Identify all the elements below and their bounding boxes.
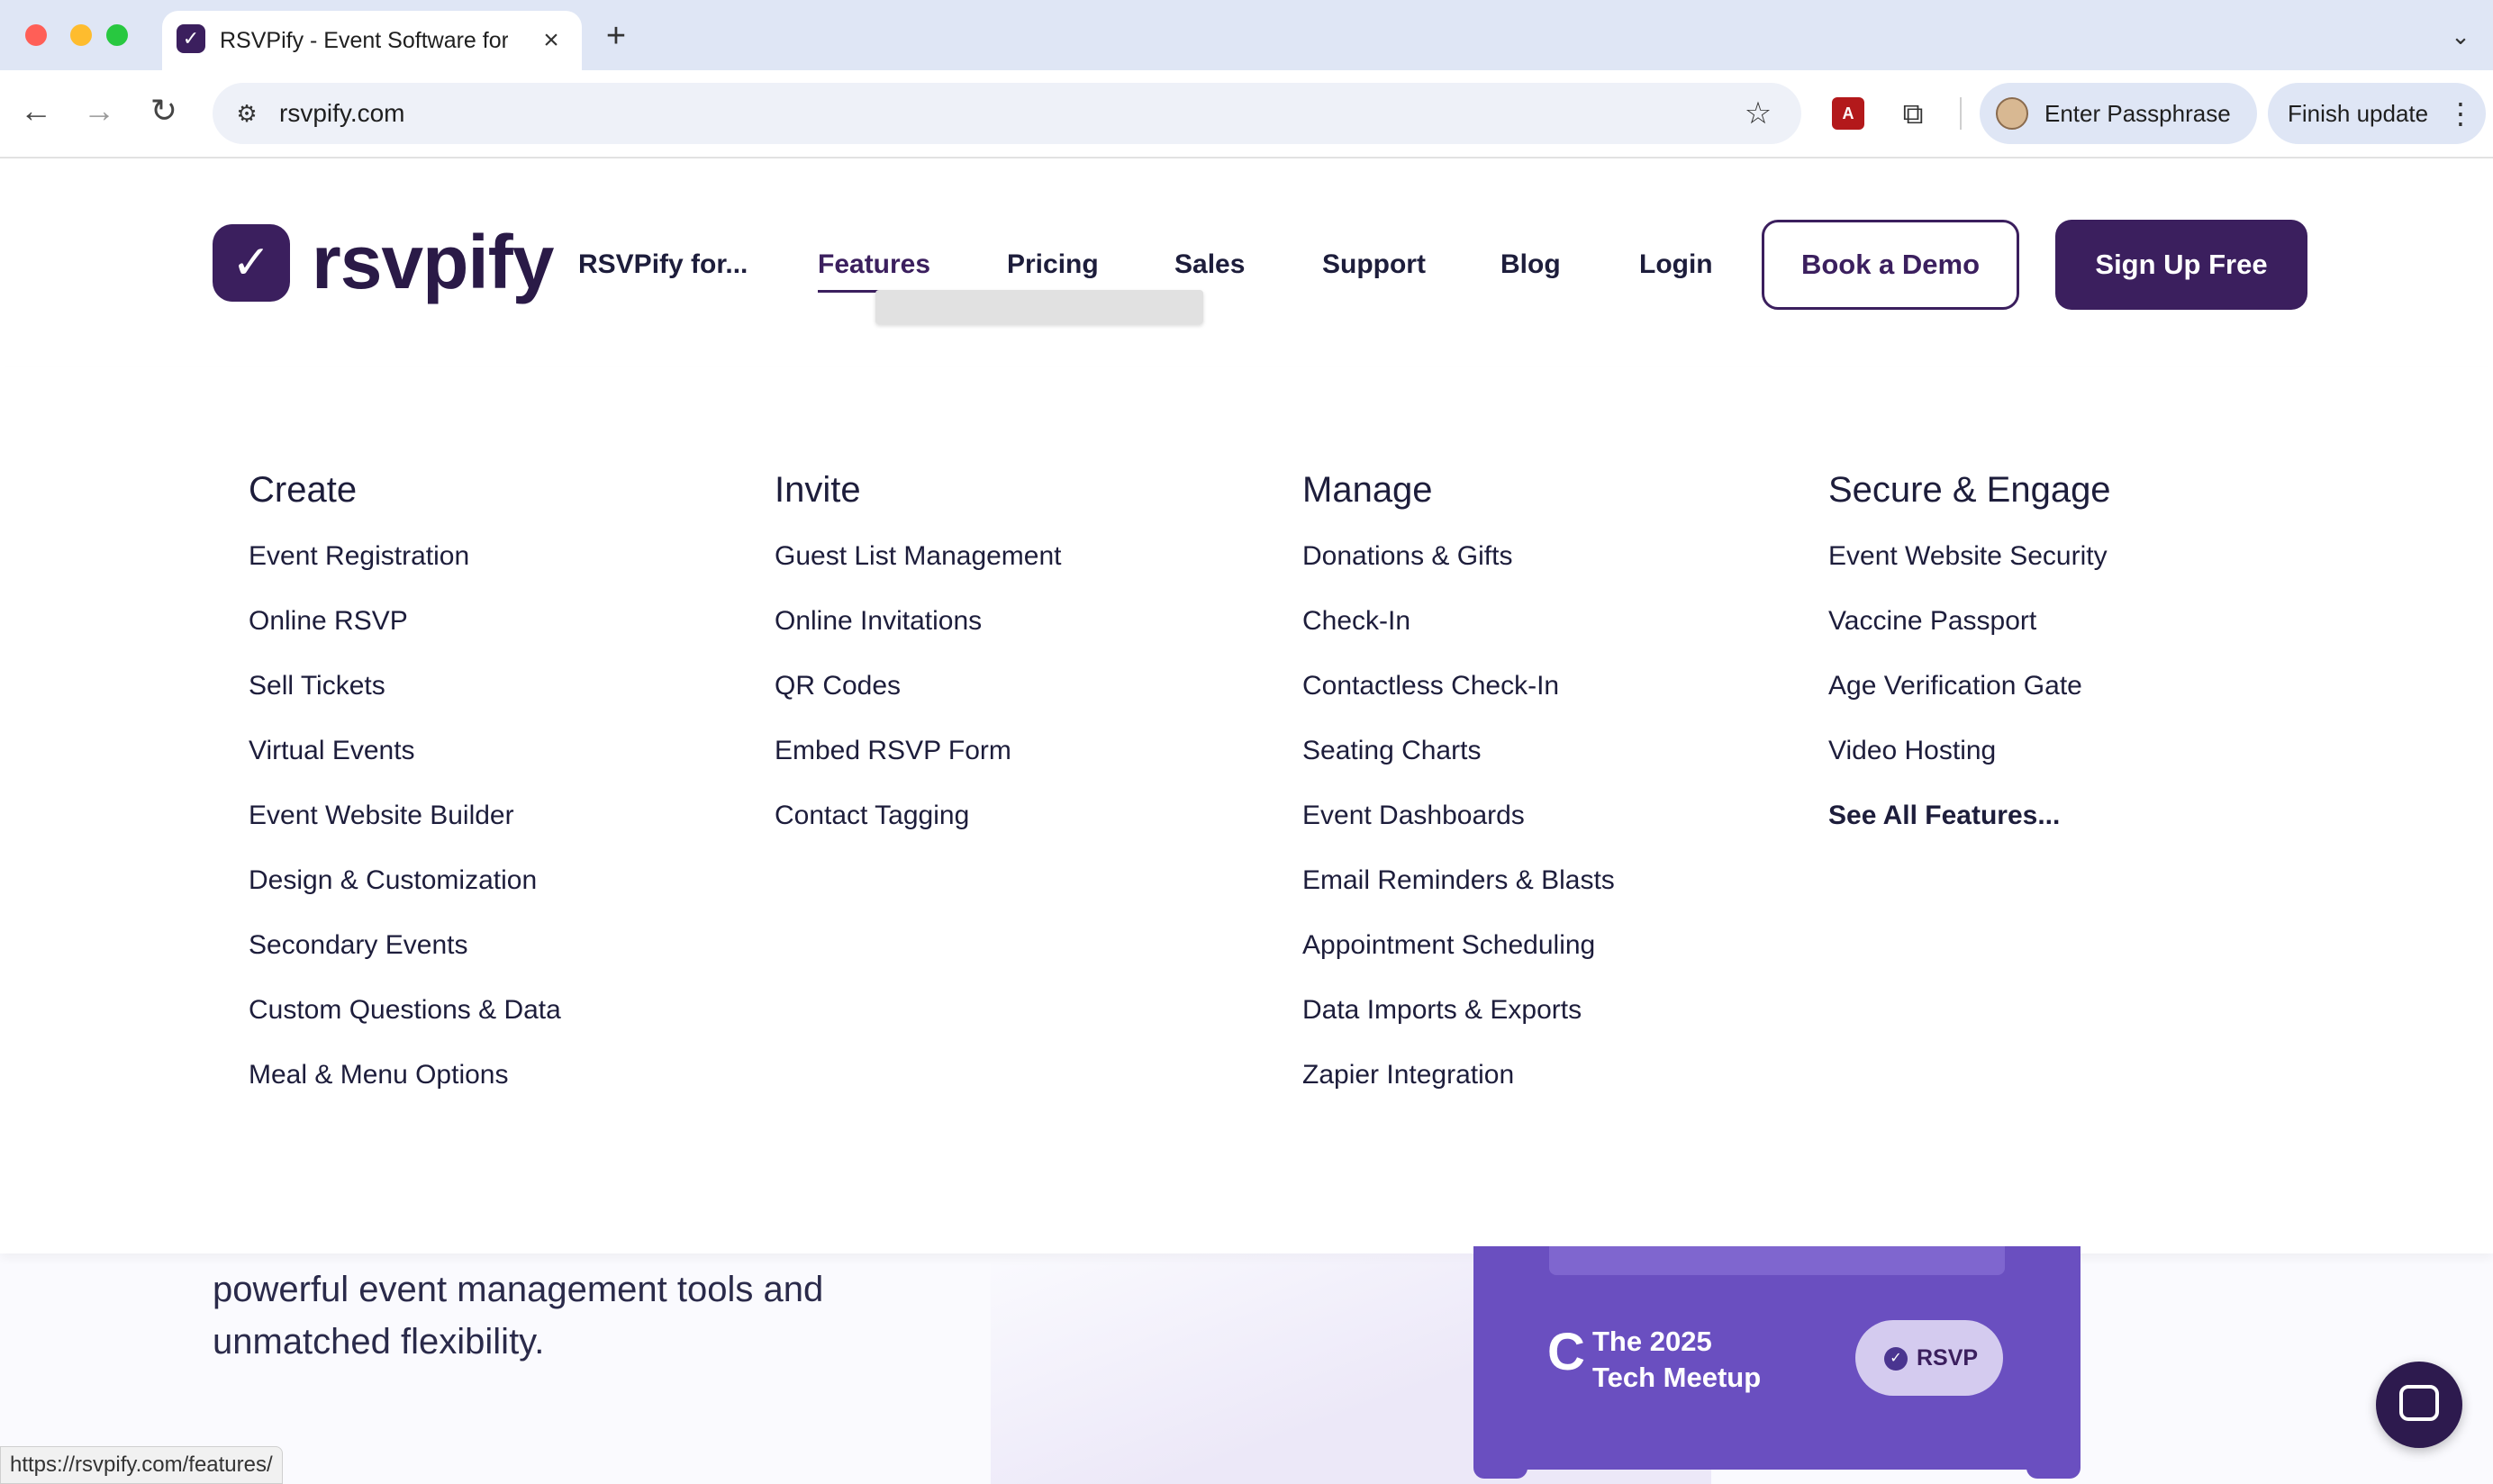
menu-link[interactable]: Seating Charts — [1302, 733, 1807, 769]
bookmark-star-icon[interactable]: ☆ — [1738, 94, 1778, 133]
extensions-puzzle-icon[interactable]: ⧉ — [1893, 94, 1933, 133]
event-title: The 2025 Tech Meetup — [1592, 1324, 1809, 1396]
menu-link[interactable]: Custom Questions & Data — [249, 992, 753, 1028]
column-heading: Invite — [775, 470, 861, 510]
website-viewport: ✓ rsvpify RSVPify for... Features Pricin… — [0, 158, 2493, 1484]
chevron-down-icon[interactable]: ⌄ — [2443, 18, 2479, 54]
menu-link[interactable]: Age Verification Gate — [1828, 668, 2333, 704]
event-logo-icon: C — [1547, 1323, 1585, 1381]
column-heading: Create — [249, 470, 358, 510]
card-foot — [2026, 1452, 2081, 1479]
url-text[interactable]: rsvpify.com — [279, 94, 405, 133]
menu-link[interactable]: Event Website Builder — [249, 798, 753, 834]
menu-link[interactable]: Sell Tickets — [249, 668, 753, 704]
menu-link[interactable]: Design & Customization — [249, 863, 753, 899]
chat-bubble-icon — [2399, 1385, 2439, 1421]
nav-sales[interactable]: Sales — [1174, 245, 1245, 285]
hero-text-line: unmatched flexibility. — [213, 1322, 545, 1362]
toolbar-divider — [1960, 97, 1962, 130]
more-menu-icon[interactable]: ⋮ — [2446, 92, 2475, 135]
finish-update-label: Finish update — [2288, 100, 2429, 127]
avatar — [1996, 97, 2028, 130]
menu-link[interactable]: Check-In — [1302, 603, 1807, 639]
menu-link[interactable]: Vaccine Passport — [1828, 603, 2333, 639]
menu-link[interactable]: Donations & Gifts — [1302, 538, 1807, 575]
nav-rsvpify-for[interactable]: RSVPify for... — [578, 245, 748, 285]
rsvpify-logo-icon[interactable]: ✓ — [213, 224, 290, 302]
column-heading: Secure & Engage — [1828, 470, 2111, 510]
chat-launcher-button[interactable] — [2376, 1362, 2462, 1448]
profile-label: Enter Passphrase — [2044, 100, 2231, 127]
see-all-features-link[interactable]: See All Features... — [1828, 798, 2333, 834]
menu-link[interactable]: Data Imports & Exports — [1302, 992, 1807, 1028]
menu-column-manage: Manage Donations & Gifts Check-In Contac… — [1302, 468, 1807, 1122]
menu-link[interactable]: Event Dashboards — [1302, 798, 1807, 834]
hover-tooltip — [875, 290, 1203, 324]
window-maximize-button[interactable] — [106, 24, 128, 46]
close-tab-icon[interactable]: × — [535, 23, 567, 59]
menu-link[interactable]: Online Invitations — [775, 603, 1279, 639]
menu-link[interactable]: Guest List Management — [775, 538, 1279, 575]
rsvp-button[interactable]: ✓ RSVP — [1855, 1320, 2003, 1396]
column-heading: Manage — [1302, 470, 1433, 510]
menu-link[interactable]: QR Codes — [775, 668, 1279, 704]
rsvpify-check-icon: ✓ — [177, 24, 205, 53]
menu-column-invite: Invite Guest List Management Online Invi… — [775, 468, 1279, 863]
menu-column-secure-engage: Secure & Engage Event Website Security V… — [1828, 468, 2333, 863]
hero-text-line: powerful event management tools and — [213, 1270, 824, 1309]
features-mega-menu: Create Event Registration Online RSVP Se… — [0, 367, 2493, 1253]
tab-title: RSVPify - Event Software for — [220, 28, 508, 53]
back-arrow-icon[interactable]: ← — [16, 88, 56, 133]
menu-link[interactable]: Zapier Integration — [1302, 1057, 1807, 1093]
browser-tab-bar: ✓ RSVPify - Event Software for × + ⌄ — [0, 0, 2493, 70]
sign-up-free-button[interactable]: Sign Up Free — [2055, 220, 2307, 310]
menu-link[interactable]: Email Reminders & Blasts — [1302, 863, 1807, 899]
status-bar-url: https://rsvpify.com/features/ — [0, 1446, 283, 1484]
menu-link[interactable]: Event Registration — [249, 538, 753, 575]
nav-pricing[interactable]: Pricing — [1007, 245, 1099, 285]
menu-link[interactable]: Meal & Menu Options — [249, 1057, 753, 1093]
forward-arrow-icon[interactable]: → — [79, 88, 119, 133]
menu-column-create: Create Event Registration Online RSVP Se… — [249, 468, 753, 1122]
site-header: ✓ rsvpify RSVPify for... Features Pricin… — [0, 158, 2493, 367]
menu-link[interactable]: Embed RSVP Form — [775, 733, 1279, 769]
menu-link[interactable]: Event Website Security — [1828, 538, 2333, 575]
nav-login[interactable]: Login — [1639, 245, 1713, 285]
book-demo-button[interactable]: Book a Demo — [1762, 220, 2019, 310]
new-tab-button[interactable]: + — [600, 16, 632, 56]
rsvp-label: RSVP — [1917, 1345, 1979, 1371]
menu-link[interactable]: Appointment Scheduling — [1302, 928, 1807, 964]
card-top-bar — [1549, 1246, 2005, 1275]
nav-blog[interactable]: Blog — [1500, 245, 1561, 285]
event-preview-card: C The 2025 Tech Meetup ✓ RSVP — [1473, 1246, 2081, 1470]
check-circle-icon: ✓ — [1884, 1347, 1908, 1371]
menu-link[interactable]: Contactless Check-In — [1302, 668, 1807, 704]
reload-icon[interactable]: ↻ — [144, 88, 184, 133]
browser-tab[interactable]: ✓ RSVPify - Event Software for × — [162, 11, 582, 70]
event-title-line: Tech Meetup — [1592, 1362, 1762, 1393]
address-bar[interactable]: ⚙ rsvpify.com ☆ — [213, 83, 1801, 144]
menu-link[interactable]: Contact Tagging — [775, 798, 1279, 834]
logo-wordmark[interactable]: rsvpify — [312, 213, 554, 312]
window-minimize-button[interactable] — [70, 24, 92, 46]
event-title-line: The 2025 — [1592, 1326, 1712, 1357]
pdf-extension-icon[interactable]: A — [1832, 97, 1864, 130]
browser-toolbar: ← → ↻ ⚙ rsvpify.com ☆ A ⧉ Enter Passphra… — [0, 70, 2493, 158]
window-close-button[interactable] — [25, 24, 47, 46]
nav-features[interactable]: Features — [818, 245, 930, 285]
menu-link[interactable]: Online RSVP — [249, 603, 753, 639]
site-settings-icon[interactable]: ⚙ — [229, 95, 265, 131]
nav-support[interactable]: Support — [1322, 245, 1426, 285]
menu-link[interactable]: Video Hosting — [1828, 733, 2333, 769]
menu-link[interactable]: Secondary Events — [249, 928, 753, 964]
card-foot — [1473, 1452, 1528, 1479]
profile-button[interactable]: Enter Passphrase — [1980, 83, 2257, 144]
menu-link[interactable]: Virtual Events — [249, 733, 753, 769]
